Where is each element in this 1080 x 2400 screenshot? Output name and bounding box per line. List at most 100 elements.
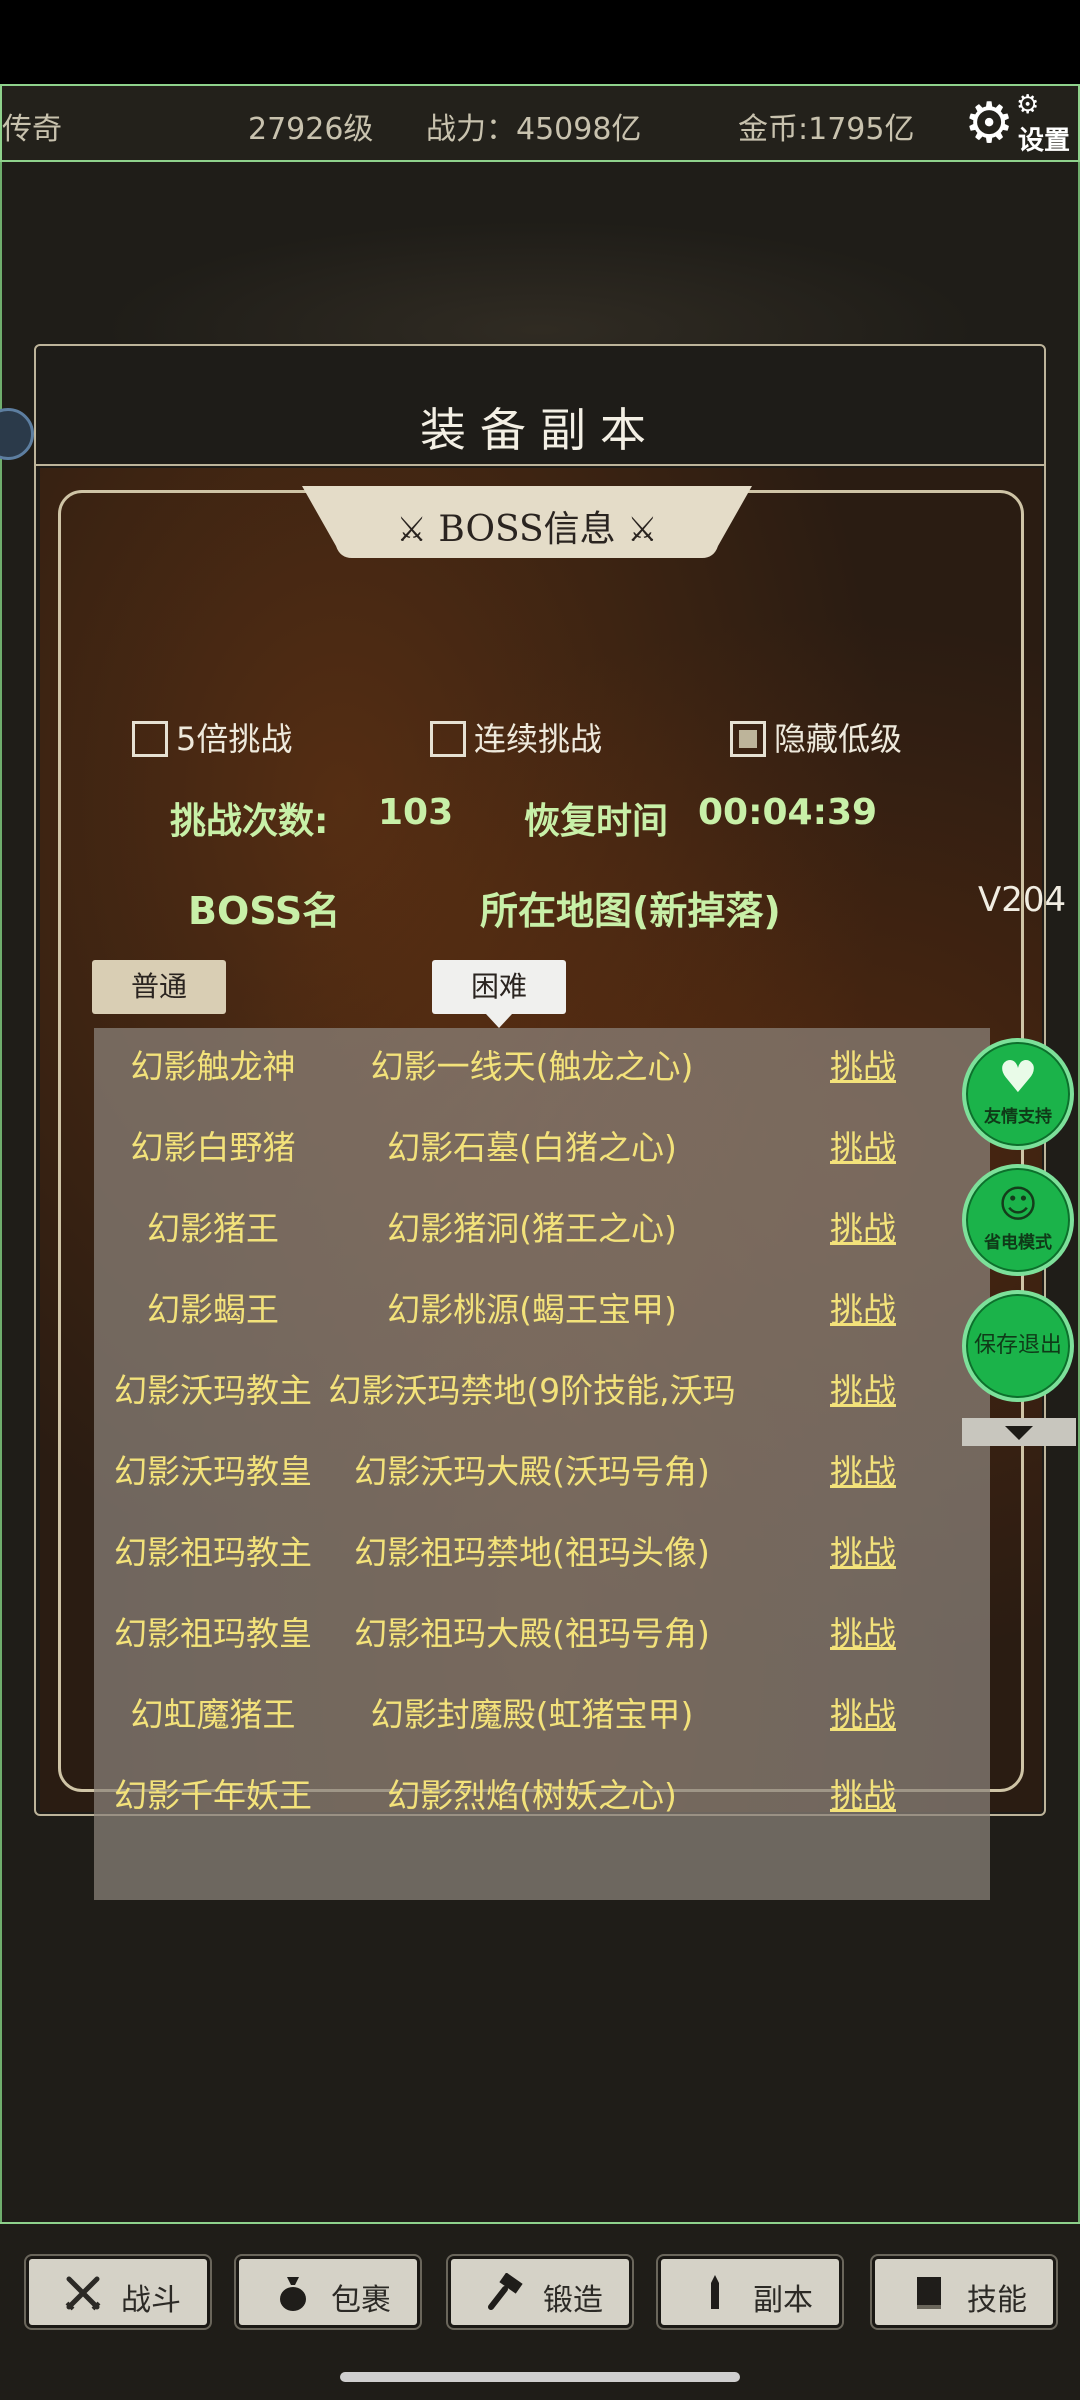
boss-name: 幻影千年妖王 xyxy=(114,1776,312,1815)
nav-dungeon-button[interactable]: 副本 xyxy=(656,2254,844,2330)
collapse-toggle[interactable] xyxy=(962,1418,1076,1446)
boss-name: 幻影沃玛教主 xyxy=(114,1371,312,1410)
small-gear-icon: ⚙ xyxy=(1016,90,1040,120)
save-exit-label: 保存退出 xyxy=(973,1333,1062,1358)
boss-map: 幻影封魔殿(虹猪宝甲) xyxy=(370,1695,694,1734)
boss-map: 幻影烈焰(树妖之心) xyxy=(387,1776,677,1815)
table-row: 幻影千年妖王 幻影烈焰(树妖之心) 挑战 xyxy=(94,1757,990,1817)
challenge-count-label: 挑战次数: xyxy=(170,801,329,842)
boss-name: 幻影沃玛教皇 xyxy=(114,1452,312,1491)
nav-label: 技能 xyxy=(967,2283,1027,2318)
challenge-link[interactable]: 挑战 xyxy=(830,1445,896,1493)
boss-name: 幻影猪王 xyxy=(147,1209,279,1248)
table-row: 幻虹魔猪王 幻影封魔殿(虹猪宝甲) 挑战 xyxy=(94,1676,990,1736)
support-button[interactable]: ♥ 友情支持 xyxy=(962,1038,1074,1150)
challenge-link[interactable]: 挑战 xyxy=(830,1688,896,1736)
challenge-link[interactable]: 挑战 xyxy=(830,1040,896,1088)
player-level: 27926级 xyxy=(248,112,374,147)
recover-time-label: 恢复时间 xyxy=(524,801,669,842)
boss-name: 幻虹魔猪王 xyxy=(130,1695,296,1734)
checkbox-continuous-challenge[interactable]: 连续挑战 xyxy=(430,714,602,760)
checkbox-box xyxy=(730,721,766,757)
boss-map: 幻影一线天(触龙之心) xyxy=(370,1047,694,1086)
checkbox-hide-low-level[interactable]: 隐藏低级 xyxy=(730,714,902,760)
table-row: 幻影祖玛教主 幻影祖玛禁地(祖玛头像) 挑战 xyxy=(94,1514,990,1574)
version-label: V204 xyxy=(978,880,1067,920)
nav-label: 包裹 xyxy=(331,2283,391,2318)
challenge-link[interactable]: 挑战 xyxy=(830,1769,896,1817)
boss-map: 幻影桃源(蝎王宝甲) xyxy=(387,1290,677,1329)
settings-button[interactable]: ⚙ ⚙ 设置 xyxy=(962,90,1074,158)
dialog-title: 装备副本 xyxy=(420,403,660,457)
nav-battle-button[interactable]: 战斗 xyxy=(24,2254,212,2330)
table-row: 幻影猪王 幻影猪洞(猪王之心) 挑战 xyxy=(94,1190,990,1250)
column-header-boss: BOSS名 xyxy=(188,889,341,933)
power-save-label: 省电模式 xyxy=(984,1233,1052,1253)
boss-map: 幻影祖玛大殿(祖玛号角) xyxy=(354,1614,710,1653)
top-header: 传奇 27926级 战力：45098亿 金币:1795亿 xyxy=(0,84,1080,162)
equipment-dungeon-dialog: 装备副本 ⚔ BOSS信息 ⚔ 5倍挑战 连续挑战 隐藏低级 挑战次数: 103… xyxy=(34,344,1046,1900)
book-icon xyxy=(917,2277,941,2309)
challenge-count-value: 103 xyxy=(378,792,454,833)
boss-name: 幻影祖玛教主 xyxy=(114,1533,312,1572)
gear-icon: ⚙ xyxy=(964,91,1015,156)
rabbit-icon: ☺ xyxy=(998,1182,1038,1226)
table-row: 幻影沃玛教主 幻影沃玛禁地(9阶技能,沃玛 挑战 xyxy=(94,1352,990,1412)
boss-name: 幻影祖玛教皇 xyxy=(114,1614,312,1653)
difficulty-normal-tab[interactable]: 普通 xyxy=(92,960,226,1014)
home-indicator[interactable] xyxy=(340,2372,740,2382)
nav-label: 战斗 xyxy=(121,2283,181,2318)
challenge-link[interactable]: 挑战 xyxy=(830,1283,896,1331)
table-row: 幻影触龙神 幻影一线天(触龙之心) 挑战 xyxy=(94,1028,990,1088)
nav-skills-button[interactable]: 技能 xyxy=(870,2254,1058,2330)
nav-label: 锻造 xyxy=(543,2283,603,2318)
challenge-link[interactable]: 挑战 xyxy=(830,1364,896,1412)
settings-label: 设置 xyxy=(1018,126,1071,156)
boss-map: 幻影石墓(白猪之心) xyxy=(387,1128,677,1167)
player-name: 传奇 xyxy=(2,112,62,147)
table-row: 幻影沃玛教皇 幻影沃玛大殿(沃玛号角) 挑战 xyxy=(94,1433,990,1493)
column-header-map: 所在地图(新掉落) xyxy=(480,889,781,933)
crossed-swords-icon xyxy=(65,2276,101,2311)
crossed-swords-icon: ⚔ xyxy=(396,510,427,550)
nav-label: 副本 xyxy=(753,2283,813,2318)
crossed-swords-icon: ⚔ xyxy=(627,510,658,550)
boss-name: 幻影蝎王 xyxy=(147,1290,279,1329)
checkbox-label: 隐藏低级 xyxy=(774,720,903,758)
challenge-link[interactable]: 挑战 xyxy=(830,1121,896,1169)
boss-map: 幻影沃玛禁地(9阶技能,沃玛 xyxy=(328,1371,736,1410)
player-gold: 金币:1795亿 xyxy=(738,112,915,147)
tower-icon xyxy=(711,2275,719,2309)
checkbox-box xyxy=(132,721,168,757)
status-bar-area xyxy=(0,0,1080,84)
checkbox-5x-challenge[interactable]: 5倍挑战 xyxy=(132,714,292,760)
hammer-icon xyxy=(488,2273,523,2310)
save-exit-button[interactable]: 保存退出 xyxy=(962,1290,1074,1402)
heart-icon: ♥ xyxy=(998,1052,1038,1103)
boss-map: 幻影祖玛禁地(祖玛头像) xyxy=(354,1533,710,1572)
boss-board: ⚔ BOSS信息 ⚔ 5倍挑战 连续挑战 隐藏低级 挑战次数: 103 恢复时间… xyxy=(40,468,1042,1900)
player-power: 战力：45098亿 xyxy=(426,112,642,147)
nav-bag-button[interactable]: 包裹 xyxy=(234,2254,422,2330)
challenge-link[interactable]: 挑战 xyxy=(830,1607,896,1655)
support-label: 友情支持 xyxy=(984,1107,1052,1127)
boss-info-banner: ⚔ BOSS信息 ⚔ xyxy=(302,486,752,558)
boss-name: 幻影白野猪 xyxy=(130,1128,296,1167)
table-row: 幻影祖玛教皇 幻影祖玛大殿(祖玛号角) 挑战 xyxy=(94,1595,990,1655)
difficulty-hard-tab[interactable]: 困难 xyxy=(432,960,566,1028)
challenge-link[interactable]: 挑战 xyxy=(830,1526,896,1574)
challenge-link[interactable]: 挑战 xyxy=(830,1202,896,1250)
checkbox-label: 5倍挑战 xyxy=(176,720,293,758)
checkbox-box xyxy=(430,721,466,757)
power-save-button[interactable]: ☺ 省电模式 xyxy=(962,1164,1074,1276)
nav-forge-button[interactable]: 锻造 xyxy=(446,2254,634,2330)
table-row: 幻影白野猪 幻影石墓(白猪之心) 挑战 xyxy=(94,1109,990,1169)
checkbox-label: 连续挑战 xyxy=(474,720,603,758)
boss-name: 幻影触龙神 xyxy=(130,1047,296,1086)
divider xyxy=(36,464,1044,466)
boss-map: 幻影猪洞(猪王之心) xyxy=(387,1209,677,1248)
table-row: 幻影蝎王 幻影桃源(蝎王宝甲) 挑战 xyxy=(94,1271,990,1331)
recover-time-value: 00:04:39 xyxy=(698,792,878,833)
boss-map: 幻影沃玛大殿(沃玛号角) xyxy=(354,1452,710,1491)
bag-icon xyxy=(280,2277,306,2311)
